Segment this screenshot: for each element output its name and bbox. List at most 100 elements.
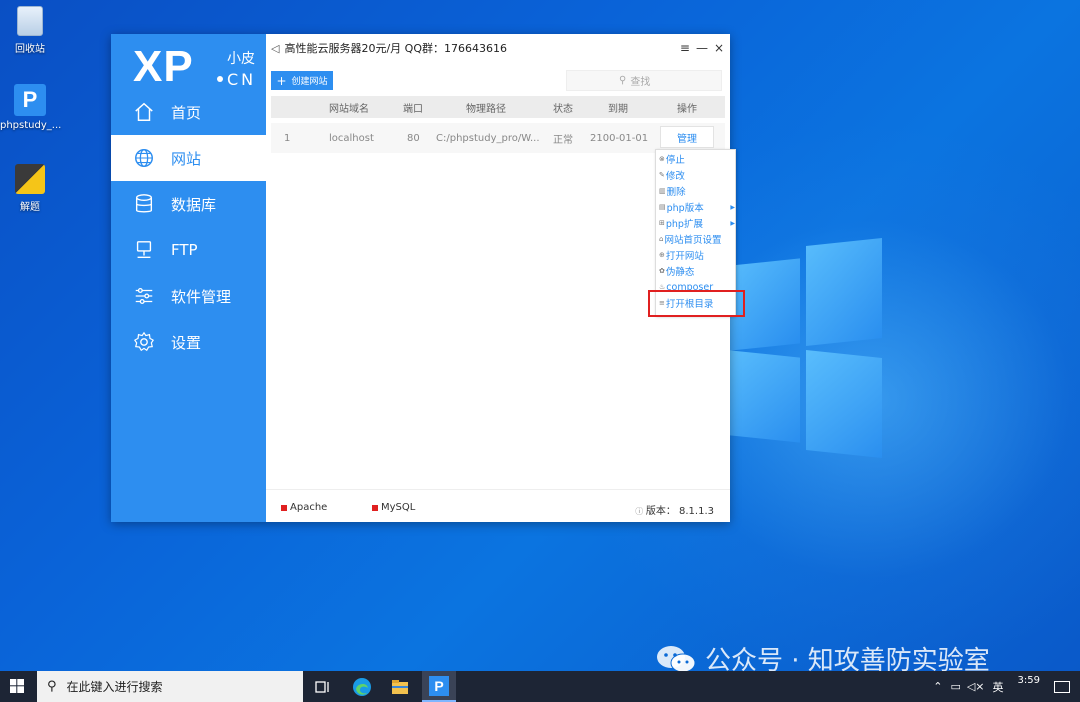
menu-item-delete[interactable]: ▥ 删除: [659, 183, 735, 199]
task-view-icon[interactable]: [313, 677, 333, 697]
menu-item-label: 伪静态: [665, 267, 695, 278]
rewrite-icon: ✿: [659, 267, 665, 275]
apache-label: Apache: [290, 502, 328, 513]
column-header-domain[interactable]: 网站域名: [329, 96, 369, 118]
file-explorer-icon[interactable]: [390, 677, 410, 697]
table-header: 网站域名 端口 物理路径 状态 到期 操作: [271, 96, 725, 118]
volume-muted-icon[interactable]: ◁×: [967, 680, 985, 693]
row-expire: 2100-01-01: [590, 132, 649, 144]
phpstudy-shortcut-icon: P: [14, 84, 46, 116]
menu-item-rewrite[interactable]: ✿ 伪静态: [659, 263, 735, 279]
python-file-icon: [15, 164, 45, 194]
wechat-icon: [657, 645, 696, 672]
column-header-path[interactable]: 物理路径: [466, 96, 506, 118]
ime-indicator[interactable]: 英: [993, 679, 1004, 695]
gear-icon: [133, 331, 155, 352]
chevron-up-icon[interactable]: ⌃: [933, 680, 942, 693]
apache-status-indicator: [281, 504, 287, 511]
menu-item-open-site[interactable]: ⊕ 打开网站: [659, 247, 735, 263]
manage-button[interactable]: 管理: [660, 126, 714, 148]
clock-time[interactable]: 3:59: [1018, 675, 1040, 686]
column-header-expire[interactable]: 到期: [608, 96, 628, 118]
edge-icon[interactable]: [352, 677, 372, 697]
menu-item-label: php扩展: [665, 219, 703, 230]
version-label: 版本： 8.1.1.3: [645, 506, 714, 517]
title-bar: ◁ 高性能云服务器20元/月 QQ群：176643616 ≡ — ×: [266, 34, 730, 62]
sidebar-item-software[interactable]: 软件管理: [111, 273, 266, 319]
windows-logo-wallpaper: [730, 232, 882, 460]
menu-item-label: 停止: [665, 155, 685, 166]
sidebar-item-database[interactable]: 数据库: [111, 181, 266, 227]
sliders-icon: [135, 288, 153, 304]
row-status: 正常: [553, 134, 573, 146]
menu-item-label: 删除: [666, 187, 686, 198]
taskbar-search-placeholder: 在此键入进行搜索: [66, 680, 163, 694]
logo-xp: XP: [133, 42, 194, 91]
submenu-arrow-icon: ▶: [730, 203, 735, 211]
desktop-icon-recycle-bin[interactable]: 回收站: [0, 6, 60, 55]
sidebar-item-ftp[interactable]: FTP: [111, 227, 266, 273]
column-header-action[interactable]: 操作: [677, 96, 697, 118]
xp-logo: XP 小皮 CN: [133, 42, 255, 92]
notification-icon[interactable]: [1054, 680, 1070, 693]
sidebar-item-home[interactable]: 首页: [111, 89, 266, 135]
phpstudy-window: XP 小皮 CN 首页 网站 数据库 FTP 软件管理 设置 ◁ 高性能云服务器…: [111, 34, 745, 522]
minimize-button[interactable]: —: [696, 41, 708, 55]
desktop-icon-label: 回收站: [15, 44, 45, 55]
menu-item-php-extension[interactable]: ⊞ php扩展 ▶: [659, 215, 735, 231]
taskbar-search-input[interactable]: ⚲ 在此键入进行搜索: [37, 671, 303, 702]
row-index: 1: [284, 132, 291, 144]
search-icon: ⚲: [619, 75, 627, 86]
menu-item-label: 修改: [665, 171, 685, 182]
database-icon: [135, 194, 153, 213]
desktop-icon-label: 解题: [20, 202, 40, 213]
menu-item-php-version[interactable]: ▤ php版本 ▶: [659, 199, 735, 215]
mysql-label: MySQL: [381, 502, 416, 513]
create-website-label: 创建网站: [291, 77, 328, 87]
plus-icon: +: [276, 73, 287, 88]
desktop-icon-phpstudy[interactable]: P phpstudy_...: [0, 84, 61, 131]
menu-item-edit[interactable]: ✎ 修改: [659, 167, 735, 183]
row-domain: localhost: [329, 132, 374, 144]
create-website-button[interactable]: + 创建网站: [271, 71, 333, 90]
recycle-bin-icon: [17, 6, 43, 36]
taskbar: ⚲ 在此键入进行搜索 P ⌃ ▭ ◁× 英 3:59: [0, 671, 1080, 702]
column-header-port[interactable]: 端口: [403, 96, 423, 118]
trash-icon: ▥: [659, 187, 666, 195]
search-input[interactable]: ⚲ 查找: [566, 70, 722, 91]
apache-status[interactable]: Apache: [281, 502, 327, 513]
column-header-status[interactable]: 状态: [553, 96, 573, 118]
menu-button[interactable]: ≡: [680, 41, 690, 55]
homepage-settings-icon: ⌂: [659, 235, 664, 243]
submenu-arrow-icon: ▶: [730, 219, 735, 227]
row-path: C:/phpstudy_pro/W...: [436, 132, 540, 144]
ftp-icon: [136, 241, 152, 259]
globe-icon: [135, 149, 153, 167]
sidebar-item-settings[interactable]: 设置: [111, 319, 266, 365]
sidebar-item-website[interactable]: 网站: [111, 135, 266, 181]
windows-start-icon[interactable]: [10, 679, 24, 693]
menu-item-homepage-settings[interactable]: ⌂ 网站首页设置: [659, 231, 735, 247]
logo-cn-bottom: CN: [227, 70, 257, 89]
home-icon: [135, 102, 153, 121]
window-title: 高性能云服务器20元/月 QQ群：176643616: [284, 42, 507, 55]
sidebar-nav: 首页 网站 数据库 FTP 软件管理 设置: [111, 89, 266, 365]
sidebar-item-label: FTP: [171, 241, 198, 259]
menu-item-stop[interactable]: ⊗ 停止: [659, 151, 735, 167]
phpstudy-taskbar-icon: P: [429, 676, 449, 696]
version-info: ⓘ 版本： 8.1.1.3: [635, 502, 714, 517]
search-icon: ⚲: [47, 679, 57, 694]
speaker-icon: ◁: [271, 41, 280, 55]
manage-label: 管理: [677, 133, 697, 145]
highlight-box: [648, 290, 745, 317]
desktop-icon-python[interactable]: 解题: [0, 164, 60, 213]
row-port: 80: [407, 132, 420, 144]
sidebar: XP 小皮 CN 首页 网站 数据库 FTP 软件管理 设置: [111, 34, 266, 522]
network-icon[interactable]: ▭: [950, 680, 960, 693]
php-extension-icon: ⊞: [659, 219, 665, 227]
close-button[interactable]: ×: [714, 41, 724, 55]
menu-item-label: php版本: [666, 203, 704, 214]
phpstudy-taskbar-button[interactable]: P: [422, 671, 456, 702]
mysql-status[interactable]: MySQL: [372, 502, 415, 513]
stop-icon: ⊗: [659, 155, 665, 163]
